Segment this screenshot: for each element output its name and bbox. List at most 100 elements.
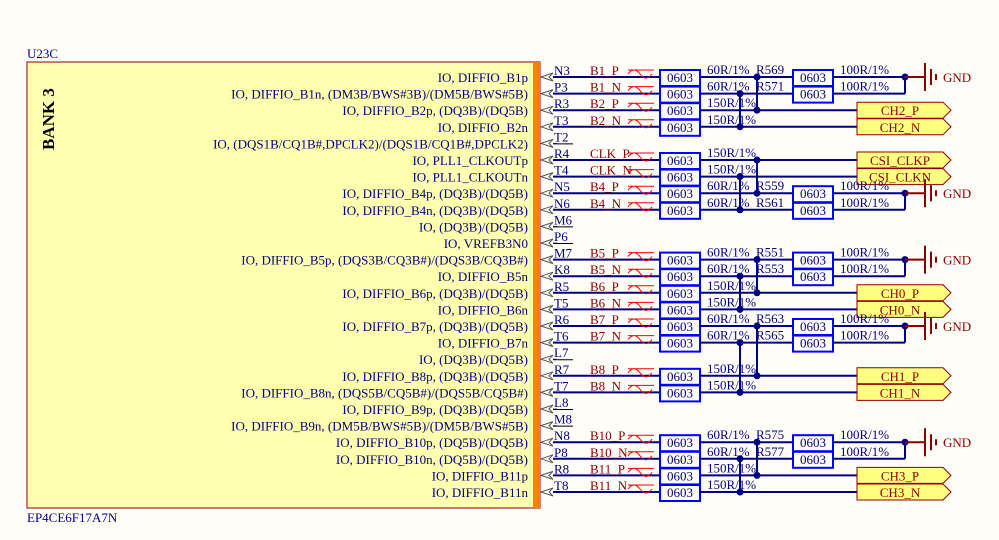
schematic: U23C BANK 3 EP4CE6F17A7N IO, DIFFIO_B1p N… <box>26 46 971 525</box>
net-name: B5_N <box>590 262 622 277</box>
pin-function-label: IO, DIFFIO_B7p, (DQ3B)/(DQ5B) <box>342 319 528 334</box>
net-name: B6_N <box>590 295 622 310</box>
ground-label: GND <box>943 435 971 450</box>
resistor-ref: R559 <box>756 178 784 193</box>
resistor-ref: R565 <box>756 328 784 343</box>
junction-dot <box>753 73 761 81</box>
device-name: EP4CE6F17A7N <box>27 510 118 525</box>
resistor-package: 0603 <box>667 485 693 500</box>
junction-dot <box>736 272 744 280</box>
resistor-package: 0603 <box>667 253 693 268</box>
net-name: CLK_N <box>590 163 633 178</box>
pin-function-label: IO, DIFFIO_B2p, (DQ3B)/(DQ5B) <box>342 103 528 118</box>
resistor-value: 60R/1% <box>707 79 750 94</box>
port-name: CSI_CLKP <box>870 153 930 168</box>
resistor-package: 0603 <box>667 385 693 400</box>
resistor-value: 150R/1% <box>707 278 756 293</box>
termination-value: 100R/1% <box>840 178 889 193</box>
pin-function-label: IO, (DQ3B)/(DQ5B) <box>419 219 528 234</box>
pin-number: P8 <box>554 445 568 460</box>
termination-value: 100R/1% <box>840 444 889 459</box>
resistor-package: 0603 <box>667 452 693 467</box>
resistor-value: 60R/1% <box>707 311 750 326</box>
net-name: B8_P <box>590 362 619 377</box>
pin-number: N5 <box>554 179 570 194</box>
pin-function-label: IO, DIFFIO_B11n <box>432 485 529 500</box>
resistor-value: 60R/1% <box>707 195 750 210</box>
port-name: CH3_N <box>880 485 921 500</box>
resistor-package: 0603 <box>667 435 693 450</box>
junction-dot <box>753 256 761 264</box>
resistor-package: 0603 <box>667 269 693 284</box>
resistor-value: 60R/1% <box>707 328 750 343</box>
junction-dot <box>736 173 744 181</box>
port-name: CH0_P <box>881 286 919 301</box>
net-name: B2_N <box>590 113 622 128</box>
pin-number: R7 <box>554 362 570 377</box>
resistor-ref: R551 <box>756 245 784 260</box>
port-name: CH1_N <box>880 385 921 400</box>
resistor-package: 0603 <box>667 319 693 334</box>
junction-dot <box>753 189 761 197</box>
resistor-package: 0603 <box>800 253 826 268</box>
bank-pin-strip <box>533 62 540 508</box>
pin-number: T8 <box>554 478 568 493</box>
port-name: CH3_P <box>881 468 919 483</box>
pin-number: T5 <box>554 295 568 310</box>
net-name: B6_P <box>590 279 619 294</box>
port-name: CH2_P <box>881 103 919 118</box>
resistor-ref: R553 <box>756 261 784 276</box>
resistor-ref: R569 <box>756 62 784 77</box>
pin-function-label: IO, DIFFIO_B10n, (DQ5B)/(DQ5B) <box>336 452 528 467</box>
resistor-value: 60R/1% <box>707 427 750 442</box>
pin-function-label: IO, DIFFIO_B10p, (DQ5B)/(DQ5B) <box>336 435 528 450</box>
ground-label: GND <box>943 319 971 334</box>
termination-value: 100R/1% <box>840 427 889 442</box>
pin-function-label: IO, DIFFIO_B5p, (DQS3B/CQ3B#)/(DQS3B/CQ3… <box>241 253 528 268</box>
resistor-value: 150R/1% <box>707 162 756 177</box>
net-name: B7_P <box>590 312 619 327</box>
junction-dot <box>753 322 761 330</box>
pin-function-label: IO, DIFFIO_B6n <box>438 302 529 317</box>
net-name: B11_N <box>590 478 628 493</box>
pin-function-label: IO, DIFFIO_B7n <box>438 336 529 351</box>
pin-function-label: IO, DIFFIO_B6p, (DQ3B)/(DQ5B) <box>342 286 528 301</box>
net-name: B4_N <box>590 196 622 211</box>
pin-number: M8 <box>554 412 572 427</box>
pin-function-label: IO, DIFFIO_B11p <box>432 468 528 483</box>
resistor-ref: R575 <box>756 427 784 442</box>
resistor-package: 0603 <box>800 87 826 102</box>
termination-value: 100R/1% <box>840 245 889 260</box>
termination-value: 100R/1% <box>840 261 889 276</box>
ground-icon <box>905 428 937 457</box>
junction-dot <box>736 206 744 214</box>
ground-icon <box>905 245 937 274</box>
resistor-package: 0603 <box>667 468 693 483</box>
pin-number: R5 <box>554 279 569 294</box>
resistor-package: 0603 <box>667 120 693 135</box>
resistor-package: 0603 <box>667 87 693 102</box>
net-name: B4_P <box>590 179 619 194</box>
junction-dot <box>736 339 744 347</box>
ground-label: GND <box>943 186 971 201</box>
pin-number: L7 <box>554 345 569 360</box>
pin-function-label: IO, DIFFIO_B2n <box>438 120 529 135</box>
resistor-package: 0603 <box>800 452 826 467</box>
pin-function-label: IO, DIFFIO_B4n, (DQ3B)/(DQ5B) <box>342 203 528 218</box>
pin-number: P3 <box>554 80 568 95</box>
resistor-package: 0603 <box>667 203 693 218</box>
junction-dot <box>753 289 761 297</box>
pin-function-label: IO, DIFFIO_B8p, (DQ3B)/(DQ5B) <box>342 369 528 384</box>
resistor-package: 0603 <box>667 369 693 384</box>
junction-dot <box>736 388 744 396</box>
net-name: B1_N <box>590 80 622 95</box>
resistor-value: 150R/1% <box>707 294 756 309</box>
pin-number: N8 <box>554 428 570 443</box>
termination-value: 100R/1% <box>840 62 889 77</box>
pin-number: R3 <box>554 96 569 111</box>
pin-function-label: IO, DIFFIO_B1p <box>438 70 528 85</box>
resistor-value: 150R/1% <box>707 477 756 492</box>
resistor-value: 150R/1% <box>707 361 756 376</box>
pin-number: R6 <box>554 312 570 327</box>
bank-title: BANK 3 <box>39 88 58 150</box>
